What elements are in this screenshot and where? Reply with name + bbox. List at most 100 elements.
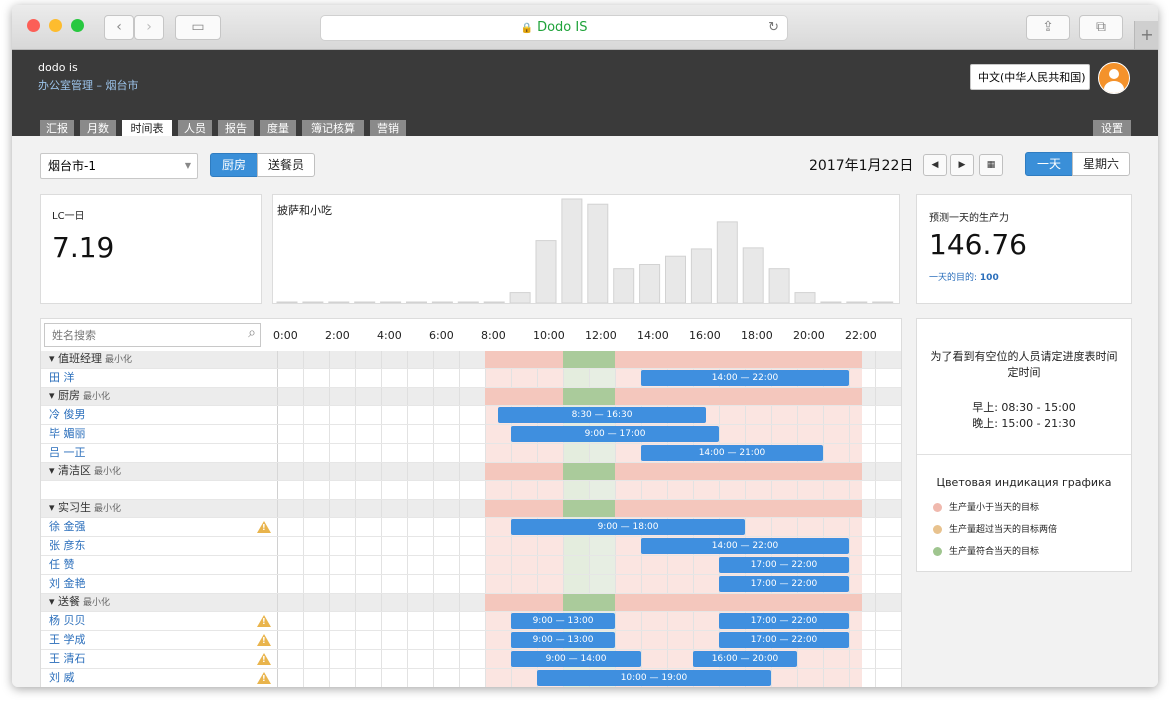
group-name[interactable]: ▾ 实习生 最小化 bbox=[49, 500, 121, 517]
main-content: 烟台市-1 ▼ 厨房 送餐员 2017年1月22日 ◀ ▶ ▦ 一天 星期六 L… bbox=[12, 136, 1158, 687]
divider bbox=[917, 454, 1131, 455]
tabs-icon[interactable]: ⧉ bbox=[1079, 15, 1123, 40]
new-tab-button[interactable]: + bbox=[1134, 21, 1158, 49]
shift-bar[interactable]: 16:00 — 20:00 bbox=[693, 651, 797, 667]
group-band bbox=[485, 463, 563, 480]
tab-marketing[interactable]: 营销 bbox=[370, 120, 406, 137]
shift-bar[interactable]: 14:00 — 22:00 bbox=[641, 538, 849, 554]
person-row: 杨 贝贝! 9:00 — 13:00 17:00 — 22:00 bbox=[41, 612, 901, 631]
tab-reports[interactable]: 汇报 bbox=[40, 120, 74, 137]
group-band bbox=[563, 351, 589, 368]
person-name[interactable]: 张 彦东 bbox=[49, 538, 86, 554]
close-window-button[interactable] bbox=[27, 19, 40, 32]
person-name[interactable]: 任 赞 bbox=[49, 557, 75, 573]
person-row: 田 洋 14:00 — 22:00 bbox=[41, 369, 901, 388]
address-text: Dodo IS bbox=[537, 20, 588, 35]
tab-metrics[interactable]: 度量 bbox=[260, 120, 296, 137]
group-name[interactable]: ▾ 值班经理 最小化 bbox=[49, 351, 132, 368]
person-name[interactable]: 毕 媚丽 bbox=[49, 426, 86, 442]
zoom-window-button[interactable] bbox=[71, 19, 84, 32]
person-row bbox=[41, 481, 901, 500]
chart-bar-15-00 bbox=[665, 255, 686, 303]
group-row[interactable]: ▾ 送餐 最小化 bbox=[41, 594, 901, 612]
person-name[interactable]: 王 清石 bbox=[49, 651, 86, 667]
shift-bar[interactable]: 17:00 — 22:00 bbox=[719, 632, 849, 648]
person-name[interactable]: 杨 贝贝 bbox=[49, 613, 86, 629]
tab-staff[interactable]: 人员 bbox=[178, 120, 212, 137]
address-bar[interactable]: 🔒 Dodo IS ↻ bbox=[320, 15, 788, 41]
chart-bar-14-00 bbox=[639, 264, 661, 303]
evening-hours: 晚上: 15:00 - 21:30 bbox=[972, 417, 1076, 430]
back-icon[interactable]: ‹ bbox=[104, 15, 134, 40]
next-day-button[interactable]: ▶ bbox=[950, 154, 974, 176]
chart-card: 披萨和小吃 bbox=[272, 194, 900, 304]
shift-bar[interactable]: 10:00 — 19:00 bbox=[537, 670, 771, 686]
shift-bar[interactable]: 9:00 — 13:00 bbox=[511, 613, 615, 629]
tab-accounting[interactable]: 簿记核算 bbox=[302, 120, 364, 137]
page-subtitle[interactable]: 办公室管理 – 烟台市 bbox=[38, 77, 139, 93]
shift-bar[interactable]: 17:00 — 22:00 bbox=[719, 576, 849, 592]
location-select[interactable]: 烟台市-1 ▼ bbox=[40, 153, 198, 179]
lc-card: LC一日 7.19 bbox=[40, 194, 262, 304]
group-band bbox=[589, 388, 615, 405]
legend-title: Цветовая индикация графика bbox=[936, 476, 1112, 489]
sidebar-icon[interactable]: ▭ bbox=[175, 15, 221, 40]
person-name[interactable]: 冷 俊男 bbox=[49, 407, 86, 423]
warning-icon: ! bbox=[257, 672, 271, 684]
search-input[interactable] bbox=[50, 328, 234, 343]
shift-bar[interactable]: 9:00 — 18:00 bbox=[511, 519, 745, 535]
shift-bar[interactable]: 14:00 — 22:00 bbox=[641, 370, 849, 386]
group-row[interactable]: ▾ 值班经理 最小化 bbox=[41, 351, 901, 369]
settings-tab[interactable]: 设置 bbox=[1093, 120, 1131, 137]
group-row[interactable]: ▾ 厨房 最小化 bbox=[41, 388, 901, 406]
person-name[interactable]: 王 学成 bbox=[49, 632, 86, 648]
shift-bar[interactable]: 17:00 — 22:00 bbox=[719, 557, 849, 573]
calendar-icon[interactable]: ▦ bbox=[979, 154, 1003, 176]
group-row[interactable]: ▾ 清洁区 最小化 bbox=[41, 463, 901, 481]
minimize-window-button[interactable] bbox=[49, 19, 62, 32]
shift-bar[interactable]: 9:00 — 13:00 bbox=[511, 632, 615, 648]
language-select[interactable]: 中文(中华人民共和国) bbox=[970, 64, 1090, 90]
forecast-label: 预测一天的生产力 bbox=[929, 213, 1009, 224]
shift-bar[interactable]: 8:30 — 16:30 bbox=[498, 407, 706, 423]
tab-schedule[interactable]: 时间表 bbox=[122, 120, 172, 137]
chart-bar-2-00 bbox=[328, 301, 350, 303]
group-row[interactable]: ▾ 实习生 最小化 bbox=[41, 500, 901, 518]
view-saturday-button[interactable]: 星期六 bbox=[1072, 152, 1130, 176]
person-name[interactable]: 刘 威 bbox=[49, 670, 75, 686]
chart-bar-22-00 bbox=[846, 301, 868, 303]
person-name[interactable]: 徐 金强 bbox=[49, 519, 86, 535]
role-kitchen-button[interactable]: 厨房 bbox=[210, 153, 258, 177]
shift-bar[interactable]: 14:00 — 21:00 bbox=[641, 445, 823, 461]
hour-label: 4:00 bbox=[377, 329, 402, 342]
legend-dot-low bbox=[933, 503, 942, 512]
group-name[interactable]: ▾ 送餐 最小化 bbox=[49, 594, 110, 611]
role-delivery-button[interactable]: 送餐员 bbox=[257, 153, 315, 177]
view-day-button[interactable]: 一天 bbox=[1025, 152, 1073, 176]
group-band bbox=[589, 594, 615, 611]
prev-day-button[interactable]: ◀ bbox=[923, 154, 947, 176]
shift-bar[interactable]: 9:00 — 17:00 bbox=[511, 426, 719, 442]
group-name[interactable]: ▾ 清洁区 最小化 bbox=[49, 463, 121, 480]
group-name[interactable]: ▾ 厨房 最小化 bbox=[49, 388, 110, 405]
share-icon[interactable]: ⇪ bbox=[1026, 15, 1070, 40]
tab-months[interactable]: 月数 bbox=[80, 120, 116, 137]
chart-bar-10-00 bbox=[535, 240, 557, 303]
group-band bbox=[563, 463, 589, 480]
person-name[interactable]: 刘 金艳 bbox=[49, 576, 86, 592]
schedule-grid: ⌕ 0:00 2:00 4:00 6:00 8:00 10:00 12:00 14:00 16:… bbox=[40, 318, 902, 687]
chart-bar-16-00 bbox=[690, 248, 712, 303]
forward-icon[interactable]: › bbox=[134, 15, 164, 40]
search-icon[interactable]: ⌕ bbox=[248, 325, 256, 341]
tab-report[interactable]: 报告 bbox=[218, 120, 254, 137]
reload-icon[interactable]: ↻ bbox=[768, 16, 779, 40]
chart-bar-13-00 bbox=[613, 268, 635, 303]
info-text: 为了看到有空位的人员请定进度表时间定时间 bbox=[930, 350, 1118, 379]
search-box[interactable]: ⌕ bbox=[44, 323, 261, 347]
shift-bar[interactable]: 17:00 — 22:00 bbox=[719, 613, 849, 629]
shift-bar[interactable]: 9:00 — 14:00 bbox=[511, 651, 641, 667]
person-name[interactable]: 吕 一正 bbox=[49, 445, 86, 461]
avatar[interactable] bbox=[1098, 62, 1130, 94]
legend-label-ok: 生产量符合当天的目标 bbox=[949, 547, 1040, 557]
person-name[interactable]: 田 洋 bbox=[49, 370, 75, 386]
